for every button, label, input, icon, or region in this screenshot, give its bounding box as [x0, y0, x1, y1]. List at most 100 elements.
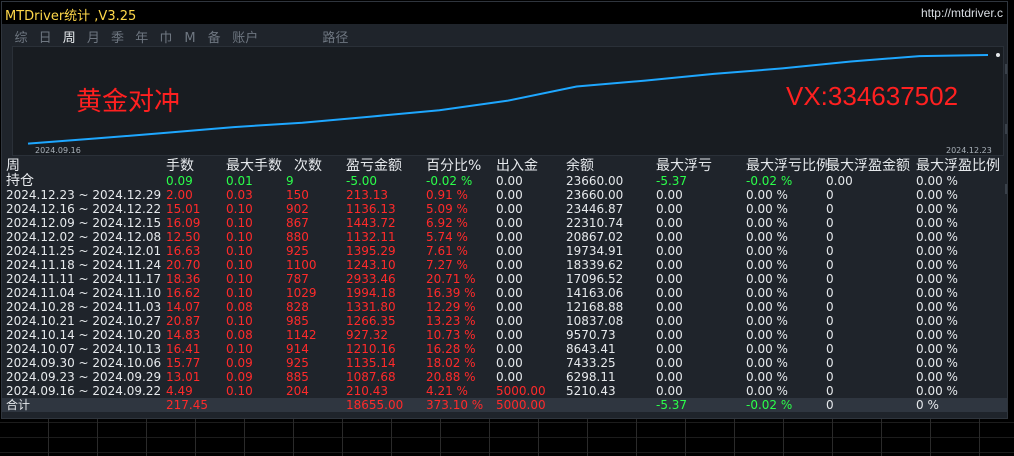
holding-max-float-profit-pct: 0.00 %: [916, 174, 958, 188]
row-lots: 14.07: [166, 300, 201, 314]
row-max-float-profit: 0: [826, 188, 834, 202]
table-row[interactable]: 2024.11.11 ~ 2024.11.17 18.36 0.10 787 2933.…: [2, 272, 1007, 286]
holding-pnl: -5.00: [346, 174, 378, 188]
tab-magic[interactable]: M: [181, 31, 199, 46]
row-max-float-profit-pct: 0.00 %: [916, 356, 958, 370]
row-max-lots: 0.09: [226, 370, 253, 384]
total-pnl: 18655.00: [346, 398, 404, 412]
x-start-label: 2024.09.16: [35, 146, 81, 155]
row-max-float-loss: 0.00: [656, 370, 683, 384]
row-balance: 10837.08: [566, 314, 624, 328]
row-week: 2024.09.30 ~ 2024.10.06: [6, 356, 162, 370]
row-pct: 7.27 %: [426, 258, 468, 272]
row-max-float-profit: 0: [826, 370, 834, 384]
table-row[interactable]: 2024.12.16 ~ 2024.12.22 15.01 0.10 902 1136.…: [2, 202, 1007, 216]
row-max-float-profit-pct: 0.00 %: [916, 230, 958, 244]
table-row[interactable]: 2024.09.23 ~ 2024.09.29 13.01 0.09 885 1087.…: [2, 370, 1007, 384]
row-count: 150: [286, 188, 309, 202]
row-max-lots: 0.03: [226, 188, 253, 202]
row-lots: 20.70: [166, 258, 201, 272]
tab-notes[interactable]: 备: [205, 27, 223, 46]
row-pnl: 1132.11: [346, 230, 396, 244]
table-row[interactable]: 2024.09.30 ~ 2024.10.06 15.77 0.09 925 1135.…: [2, 356, 1007, 370]
row-max-lots: 0.09: [226, 356, 253, 370]
row-lots: 4.49: [166, 384, 193, 398]
tab-quarter[interactable]: 季: [109, 27, 127, 46]
holding-balance: 23660.00: [566, 174, 624, 188]
table-row[interactable]: 2024.12.09 ~ 2024.12.15 16.09 0.10 867 1443.…: [2, 216, 1007, 230]
total-row[interactable]: 合计 217.45 18655.00 373.10 % 5000.00 -5.3…: [2, 398, 1007, 412]
x-end-label: 2024.12.23: [946, 146, 992, 155]
tab-path[interactable]: 路径: [319, 27, 351, 46]
header-max-float-loss-pct: 最大浮亏比例: [746, 158, 830, 174]
row-max-float-profit-pct: 0.00 %: [916, 370, 958, 384]
row-max-float-loss: 0.00: [656, 216, 683, 230]
table-row[interactable]: 2024.12.02 ~ 2024.12.08 12.50 0.10 880 1132.…: [2, 230, 1007, 244]
row-count: 867: [286, 216, 309, 230]
table-row[interactable]: 2024.11.04 ~ 2024.11.10 16.62 0.10 1029 1994…: [2, 286, 1007, 300]
row-max-float-loss: 0.00: [656, 244, 683, 258]
tab-year[interactable]: 年: [133, 27, 151, 46]
holding-max-float-profit: 0.00: [826, 174, 853, 188]
row-max-float-profit-pct: 0.00 %: [916, 286, 958, 300]
row-week: 2024.11.04 ~ 2024.11.10: [6, 286, 162, 300]
total-max-float-profit-pct: 0 %: [916, 398, 939, 412]
row-lots: 14.83: [166, 328, 201, 342]
table-row[interactable]: 2024.10.28 ~ 2024.11.03 14.07 0.08 828 1331.…: [2, 300, 1007, 314]
table-row[interactable]: 2024.11.25 ~ 2024.12.01 16.63 0.10 925 1395.…: [2, 244, 1007, 258]
tab-account[interactable]: 账户: [229, 27, 261, 46]
tab-summary[interactable]: 综: [12, 27, 30, 46]
row-max-lots: 0.10: [226, 272, 253, 286]
row-max-float-profit: 0: [826, 230, 834, 244]
row-max-float-loss: 0.00: [656, 300, 683, 314]
row-max-float-profit-pct: 0.00 %: [916, 384, 958, 398]
row-pnl: 1243.10: [346, 258, 396, 272]
row-io: 0.00: [496, 314, 523, 328]
row-pct: 12.29 %: [426, 300, 476, 314]
table-row[interactable]: 2024.10.14 ~ 2024.10.20 14.83 0.08 1142 927.…: [2, 328, 1007, 342]
table-row[interactable]: 2024.10.21 ~ 2024.10.27 20.87 0.10 985 1266.…: [2, 314, 1007, 328]
holding-row[interactable]: 持仓 0.09 0.01 9 -5.00 -0.02 % 0.00 23660.…: [2, 174, 1007, 188]
holding-pct: -0.02 %: [426, 174, 473, 188]
header-count: 次数: [294, 158, 322, 174]
tab-day[interactable]: 日: [36, 27, 54, 46]
total-label: 合计: [6, 398, 31, 412]
row-max-float-loss-pct: 0.00 %: [746, 314, 788, 328]
header-max-float-profit-pct: 最大浮盈比例: [916, 158, 1000, 174]
tab-symbol[interactable]: 巾: [157, 27, 175, 46]
row-max-float-loss-pct: 0.00 %: [746, 328, 788, 342]
row-pct: 4.21 %: [426, 384, 468, 398]
website-link[interactable]: http://mtdriver.c: [921, 6, 1003, 20]
row-max-float-loss-pct: 0.00 %: [746, 202, 788, 216]
table-row[interactable]: 2024.10.07 ~ 2024.10.13 16.41 0.10 914 1210.…: [2, 342, 1007, 356]
row-max-lots: 0.08: [226, 300, 253, 314]
row-pnl: 1135.14: [346, 356, 396, 370]
total-pct: 373.10 %: [426, 398, 484, 412]
table-row[interactable]: 2024.11.18 ~ 2024.11.24 20.70 0.10 1100 1243…: [2, 258, 1007, 272]
row-pnl: 927.32: [346, 328, 388, 342]
table-row[interactable]: 2024.12.23 ~ 2024.12.29 2.00 0.03 150 213.13…: [2, 188, 1007, 202]
row-io: 5000.00: [496, 384, 546, 398]
row-max-float-loss-pct: 0.00 %: [746, 384, 788, 398]
row-pct: 10.73 %: [426, 328, 476, 342]
header-pnl: 盈亏金额: [346, 158, 402, 174]
row-lots: 15.01: [166, 202, 201, 216]
row-io: 0.00: [496, 300, 523, 314]
row-pnl: 1994.18: [346, 286, 396, 300]
app-title: MTDriver统计 ,V3.25: [5, 9, 137, 24]
holding-io: 0.00: [496, 174, 523, 188]
tab-week[interactable]: 周: [60, 27, 78, 46]
table-row[interactable]: 2024.09.16 ~ 2024.09.22 4.49 0.10 204 210.43…: [2, 384, 1007, 398]
row-pnl: 2933.46: [346, 272, 396, 286]
row-max-float-profit: 0: [826, 244, 834, 258]
row-count: 1029: [286, 286, 317, 300]
row-lots: 16.41: [166, 342, 201, 356]
row-io: 0.00: [496, 370, 523, 384]
row-max-float-loss: 0.00: [656, 230, 683, 244]
row-io: 0.00: [496, 244, 523, 258]
row-balance: 9570.73: [566, 328, 616, 342]
balance-chart: 黄金对冲 VX:334637502 2024.09.16 2024.12.23: [12, 46, 1004, 156]
tab-month[interactable]: 月: [84, 27, 102, 46]
total-lots: 217.45: [166, 398, 208, 412]
row-week: 2024.11.11 ~ 2024.11.17: [6, 272, 162, 286]
